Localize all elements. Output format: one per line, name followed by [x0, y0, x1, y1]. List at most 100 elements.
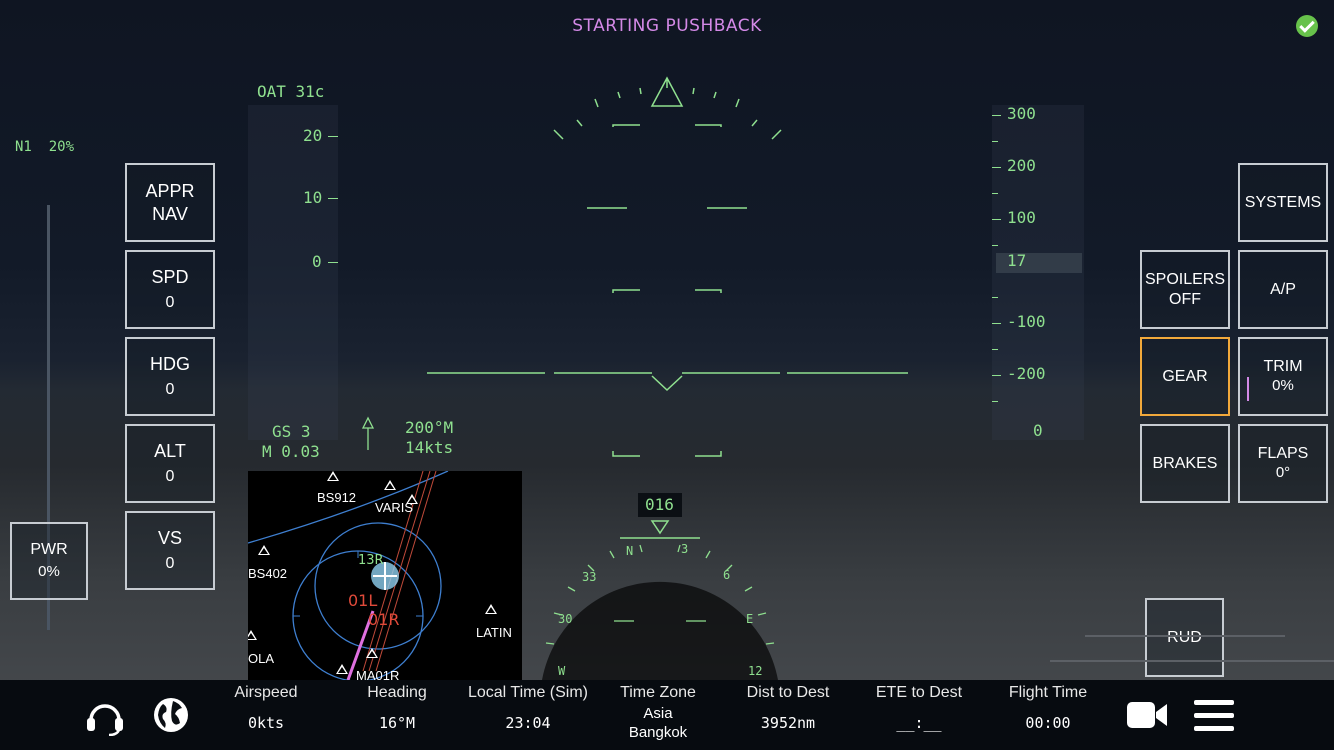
pitch-tick — [328, 198, 338, 199]
ground-speed: GS 3 — [272, 422, 311, 441]
flaps-label: FLAPS — [1257, 445, 1309, 463]
compass-label: 3 — [681, 542, 688, 556]
alt-tick — [992, 401, 998, 402]
hdg-button[interactable]: HDG 0 — [125, 337, 215, 416]
spoilers-label: SPOILERS — [1144, 270, 1226, 288]
appr-nav-button[interactable]: APPR NAV — [125, 163, 215, 242]
trim-value: 0% — [1272, 377, 1294, 395]
heading-value: 16°M — [378, 714, 416, 732]
compass-rose: N 3 6 E 12 33 30 W — [542, 520, 778, 680]
dist-to-dest-value: 3952nm — [760, 714, 816, 732]
runway-label-01l: 01L — [348, 591, 377, 610]
autopilot-button[interactable]: A/P — [1238, 250, 1328, 329]
ete-to-dest-label: ETE to Dest — [875, 684, 963, 701]
waypoint-icon — [366, 648, 378, 658]
hdg-value: 0 — [165, 380, 175, 398]
flaps-value: 0° — [1275, 464, 1291, 482]
alt-tick — [992, 167, 1001, 168]
heading-label: Heading — [367, 684, 427, 701]
flight-time-label: Flight Time — [1008, 684, 1088, 701]
compass-label: E — [746, 612, 753, 626]
headset-icon[interactable] — [84, 694, 126, 736]
alt-button[interactable]: ALT 0 — [125, 424, 215, 503]
alt-tick — [992, 323, 1001, 324]
alt-label: 300 — [1007, 104, 1036, 123]
flight-time-value: 00:00 — [1025, 714, 1071, 732]
spoilers-button[interactable]: SPOILERS OFF — [1140, 250, 1230, 329]
waypoint-label[interactable]: MA01R — [356, 668, 399, 680]
pitch-label-20: 20 — [303, 126, 323, 145]
pitch-tape — [248, 105, 338, 440]
vs-button[interactable]: VS 0 — [125, 511, 215, 590]
wind-direction: 200°M — [405, 418, 454, 437]
alt-tick — [992, 245, 998, 246]
alt-label: ALT — [154, 441, 186, 462]
compass-label: N — [626, 544, 633, 558]
runway-center-label: 13R — [358, 553, 384, 568]
pitch-label-10: 10 — [303, 188, 323, 207]
spoilers-value: OFF — [1169, 290, 1201, 308]
menu-icon[interactable] — [1193, 699, 1235, 733]
pitch-tick — [328, 262, 338, 263]
n1-readout: N1 20% — [15, 139, 74, 155]
trim-button[interactable]: TRIM 0% — [1238, 337, 1328, 416]
compass-label: 33 — [582, 570, 596, 584]
gear-button[interactable]: GEAR — [1140, 337, 1230, 416]
spd-value: 0 — [165, 293, 175, 311]
alt-value: 0 — [165, 467, 175, 485]
waypoint-icon — [384, 480, 396, 490]
alt-tick — [992, 115, 1001, 116]
compass-label: 30 — [558, 612, 572, 626]
waypoint-label[interactable]: LATIN — [476, 625, 512, 640]
globe-icon[interactable] — [153, 697, 189, 733]
trim-label: TRIM — [1263, 358, 1303, 376]
waypoint-label[interactable]: BS912 — [317, 490, 356, 505]
waypoint-icon — [327, 471, 339, 481]
alt-label: 100 — [1007, 208, 1036, 227]
check-icon — [1296, 15, 1318, 37]
trim-indicator — [1247, 377, 1249, 401]
heading-readout: 016 — [645, 495, 674, 514]
runway-label-01r: 01R — [368, 610, 399, 629]
compass-label: W — [558, 664, 566, 678]
flaps-button[interactable]: FLAPS 0° — [1238, 424, 1328, 503]
airspeed-label: Airspeed — [234, 684, 298, 701]
pitch-label-0: 0 — [312, 252, 322, 271]
nav-map[interactable]: 13R 01L 01R BS912 VARIS BS402 LATIN OLA … — [248, 471, 522, 680]
alt-tick — [992, 193, 998, 194]
rudder-button[interactable]: RUD — [1145, 598, 1224, 677]
waypoint-label[interactable]: OLA — [248, 651, 274, 666]
camera-icon[interactable] — [1126, 699, 1168, 731]
time-zone-value: Asia — [643, 705, 673, 722]
alt-current: 17 — [1007, 251, 1027, 270]
alt-tick — [992, 219, 1001, 220]
waypoint-icon — [485, 604, 497, 614]
alt-label: -200 — [1007, 364, 1046, 383]
alt-tick — [992, 375, 1001, 376]
systems-button[interactable]: SYSTEMS — [1238, 163, 1328, 242]
attitude-indicator — [427, 76, 908, 457]
status-message: STARTING PUSHBACK — [572, 16, 762, 36]
pwr-button[interactable]: PWR 0% — [10, 522, 88, 600]
local-time-value: 23:04 — [505, 714, 551, 732]
alt-tick — [992, 297, 998, 298]
alt-label: -100 — [1007, 312, 1046, 331]
runway-marking — [1050, 660, 1334, 662]
waypoint-icon — [336, 664, 348, 674]
waypoint-icon — [406, 494, 418, 504]
pwr-value: 0% — [38, 563, 60, 581]
spd-button[interactable]: SPD 0 — [125, 250, 215, 329]
oat-readout: OAT 31c — [257, 82, 325, 101]
pwr-label: PWR — [30, 541, 68, 559]
ete-to-dest-value: __:__ — [896, 714, 942, 732]
time-zone-city: Bangkok — [628, 724, 688, 741]
brakes-button[interactable]: BRAKES — [1140, 424, 1230, 503]
local-time-label: Local Time (Sim) — [467, 684, 589, 701]
waypoint-label[interactable]: BS402 — [248, 566, 287, 581]
pitch-tick — [328, 136, 338, 137]
alt-tick — [992, 141, 998, 142]
mach-readout: M 0.03 — [262, 442, 320, 461]
compass-label: 12 — [748, 664, 762, 678]
alt-label: 200 — [1007, 156, 1036, 175]
vs-value: 0 — [165, 554, 175, 572]
